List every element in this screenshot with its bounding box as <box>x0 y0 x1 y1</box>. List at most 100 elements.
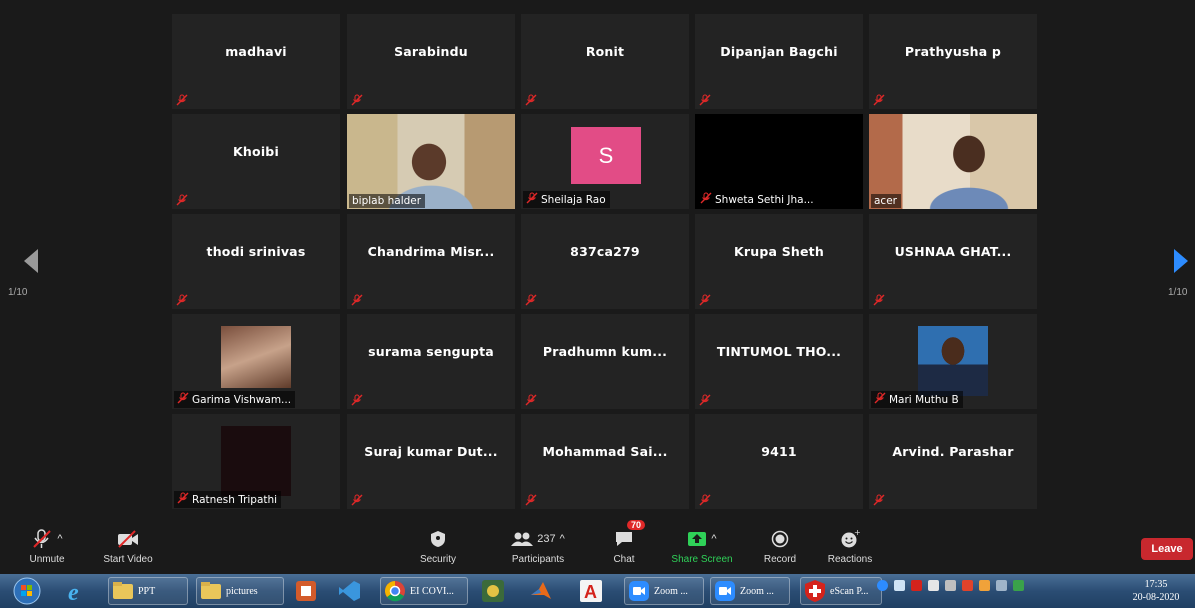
participant-tile[interactable]: Suraj kumar Dut... <box>347 414 515 509</box>
escan-taskbar-button[interactable]: eScan P... <box>800 577 882 605</box>
media-player-icon <box>296 581 316 601</box>
participant-tile[interactable]: Garima Vishwam... <box>172 314 340 409</box>
pictures-folder-taskbar-button[interactable]: pictures <box>196 577 284 605</box>
participant-name-label: Ratnesh Tripathi <box>174 491 282 508</box>
ppt-folder-taskbar-button[interactable]: PPT <box>108 577 188 605</box>
participant-name: surama sengupta <box>368 344 494 359</box>
participant-tile[interactable]: Shweta Sethi Jha... <box>695 114 863 209</box>
record-button[interactable]: Record <box>758 524 802 574</box>
folder-icon <box>113 582 133 599</box>
muted-mic-icon <box>177 492 189 507</box>
zoom-taskbar-button-1[interactable]: Zoom ... <box>624 577 704 605</box>
app-emblem-taskbar-button[interactable] <box>478 577 514 605</box>
share-screen-button[interactable]: ^ Share Screen <box>667 524 737 574</box>
chrome-taskbar-button[interactable]: EI COVI... <box>380 577 468 605</box>
participant-tile[interactable]: Chandrima Misr... <box>347 214 515 309</box>
participant-name: Ratnesh Tripathi <box>192 493 278 506</box>
tray-bluetooth-icon[interactable] <box>1013 580 1024 591</box>
escan-window-label: eScan P... <box>830 585 869 597</box>
internet-explorer-taskbar-button[interactable]: e <box>62 577 100 605</box>
participant-tile[interactable]: Mari Muthu B <box>869 314 1037 409</box>
participant-tile[interactable]: Pradhumn kum... <box>521 314 689 409</box>
unmute-button[interactable]: ^ Unmute <box>22 524 72 574</box>
participants-button[interactable]: 237 ^ Participants <box>498 524 578 574</box>
participant-avatar: S <box>571 127 641 184</box>
participants-caret-icon[interactable]: ^ <box>560 533 565 545</box>
muted-mic-icon <box>176 93 188 106</box>
participants-count: 237 <box>537 533 556 545</box>
participant-tile[interactable]: USHNAA GHAT... <box>869 214 1037 309</box>
chat-button[interactable]: 70 Chat <box>604 520 646 574</box>
acrobat-taskbar-button[interactable]: A <box>576 577 612 605</box>
share-screen-caret-icon[interactable]: ^ <box>711 533 716 545</box>
windows-start-orb-icon <box>13 577 41 605</box>
participant-tile[interactable]: thodi srinivas <box>172 214 340 309</box>
participant-name: madhavi <box>225 44 287 59</box>
record-label: Record <box>763 554 797 565</box>
participant-tile[interactable]: 9411 <box>695 414 863 509</box>
participant-name-label: Garima Vishwam... <box>174 391 296 408</box>
zoom-app-icon <box>715 581 735 601</box>
start-button[interactable] <box>8 577 48 605</box>
participant-tile[interactable]: Arvind. Parashar <box>869 414 1037 509</box>
taskbar-clock[interactable]: 17:35 20-08-2020 <box>1120 578 1192 604</box>
participant-tile[interactable]: TINTUMOL THO... <box>695 314 863 409</box>
zoom-window-label-2: Zoom ... <box>740 585 774 597</box>
muted-mic-icon <box>351 493 363 506</box>
participant-name: Krupa Sheth <box>734 244 824 259</box>
participant-tile[interactable]: Khoibi <box>172 114 340 209</box>
participant-name-label: acer <box>871 194 901 208</box>
tray-shield-icon[interactable] <box>962 580 973 591</box>
participant-profile-photo <box>221 426 291 496</box>
participant-tile[interactable]: madhavi <box>172 14 340 109</box>
muted-mic-icon <box>525 293 537 306</box>
reactions-button[interactable]: + Reactions <box>822 524 878 574</box>
participant-name-label: biplab halder <box>349 194 426 208</box>
media-player-taskbar-button[interactable] <box>292 577 328 605</box>
matlab-taskbar-button[interactable] <box>526 577 562 605</box>
participant-tile[interactable]: Dipanjan Bagchi <box>695 14 863 109</box>
unmute-caret-icon[interactable]: ^ <box>57 533 62 545</box>
participant-tile[interactable]: Ratnesh Tripathi <box>172 414 340 509</box>
unmute-label: Unmute <box>29 554 65 565</box>
participant-profile-photo <box>918 326 988 396</box>
participant-tile[interactable]: surama sengupta <box>347 314 515 409</box>
windows-taskbar: e PPT pictures EI COVI... A Zoom ... Zoo… <box>0 574 1195 608</box>
visual-studio-taskbar-button[interactable] <box>334 577 372 605</box>
tray-device-icon[interactable] <box>945 580 956 591</box>
next-page-arrow-icon[interactable] <box>1173 248 1189 274</box>
tray-network-icon[interactable] <box>894 580 905 591</box>
tray-flag-icon[interactable] <box>979 580 990 591</box>
tray-zoom-icon[interactable] <box>877 580 888 591</box>
muted-mic-icon <box>177 392 189 407</box>
participant-tile[interactable]: Prathyusha p <box>869 14 1037 109</box>
participant-tile[interactable]: 837ca279 <box>521 214 689 309</box>
page-indicator-left: 1/10 <box>8 287 28 298</box>
folder-icon <box>201 582 221 599</box>
start-video-button[interactable]: Start Video <box>98 524 158 574</box>
muted-mic-icon <box>700 192 712 207</box>
participant-tile[interactable]: Mohammad Sai... <box>521 414 689 509</box>
muted-mic-icon <box>699 393 711 406</box>
participant-name: Khoibi <box>233 144 279 159</box>
zoom-taskbar-button-2[interactable]: Zoom ... <box>710 577 790 605</box>
participant-tile[interactable]: acer <box>869 114 1037 209</box>
participant-name: acer <box>874 195 897 207</box>
participant-tile[interactable]: S Sheilaja Rao <box>521 114 689 209</box>
chat-label: Chat <box>613 554 635 565</box>
share-screen-label: Share Screen <box>671 554 733 565</box>
tray-antivirus-icon[interactable] <box>911 580 922 591</box>
participant-name: Ronit <box>585 44 625 59</box>
tray-display-icon[interactable] <box>996 580 1007 591</box>
gallery-grid: madhavi Sarabindu Ronit Dipanjan Bagchi Prat… <box>172 14 1040 514</box>
muted-mic-icon <box>874 392 886 407</box>
previous-page-arrow-icon[interactable] <box>23 248 39 274</box>
participant-tile[interactable]: Krupa Sheth <box>695 214 863 309</box>
muted-mic-icon <box>699 493 711 506</box>
tray-volume-icon[interactable] <box>928 580 939 591</box>
participant-tile[interactable]: Sarabindu <box>347 14 515 109</box>
participant-tile[interactable]: biplab halder <box>347 114 515 209</box>
security-button[interactable]: Security <box>413 524 463 574</box>
leave-button[interactable]: Leave <box>1141 538 1193 560</box>
participant-tile[interactable]: Ronit <box>521 14 689 109</box>
